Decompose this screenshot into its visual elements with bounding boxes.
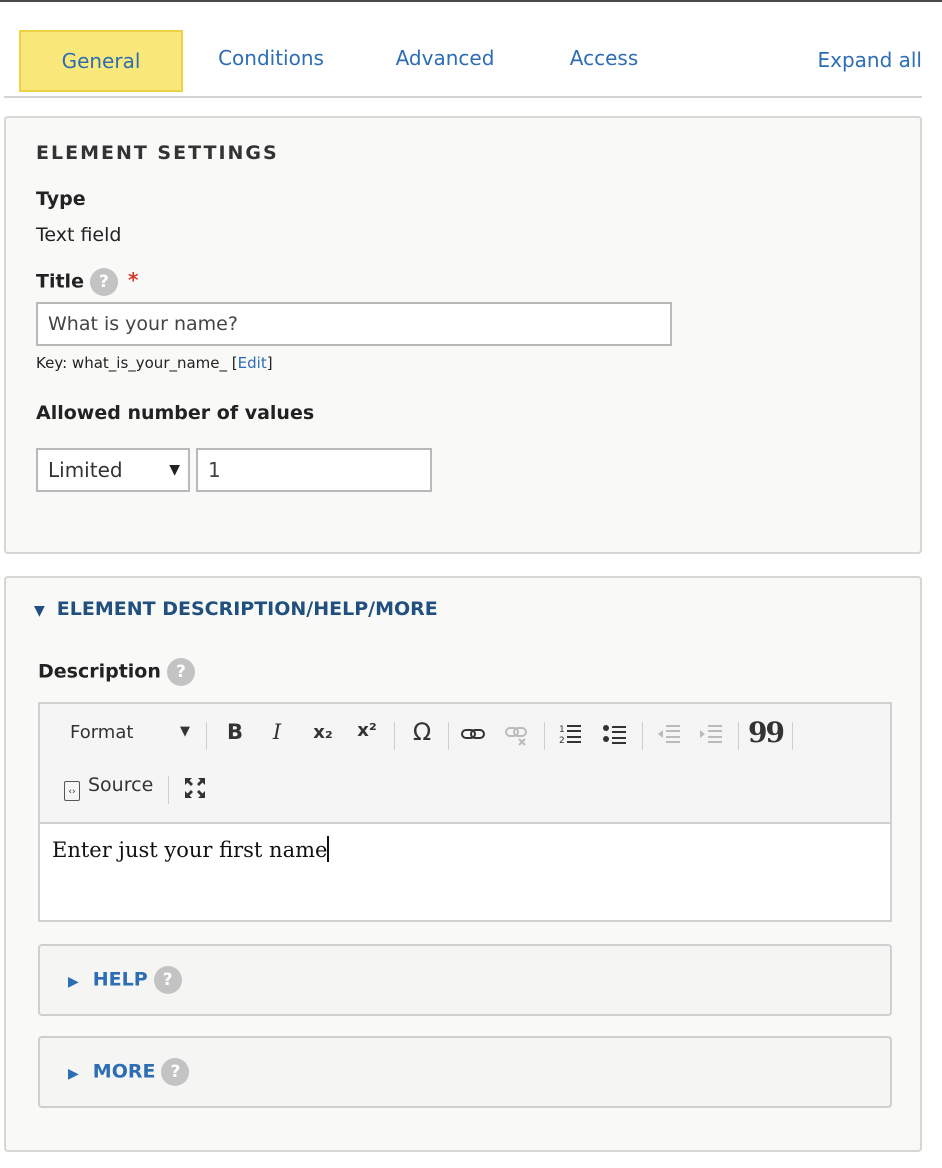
toolbar-separator xyxy=(206,722,207,750)
dropdown-caret-icon: ▼ xyxy=(169,462,180,478)
machine-key: Key: what_is_your_name_ [Edit] xyxy=(36,354,273,372)
tab-advanced[interactable]: Advanced xyxy=(390,28,500,90)
collapsed-triangle-icon: ▶ xyxy=(68,1065,79,1082)
link-icon[interactable] xyxy=(458,724,488,748)
svg-text:1: 1 xyxy=(559,725,565,735)
special-character-button[interactable]: Ω xyxy=(406,718,438,746)
source-button[interactable]: ‹› Source xyxy=(64,774,153,801)
element-description-panel: ▼ ELEMENT DESCRIPTION/HELP/MORE Descripti… xyxy=(4,576,922,1152)
toolbar-separator xyxy=(394,722,395,750)
text-cursor xyxy=(327,836,329,862)
machine-key-text: Key: what_is_your_name_ xyxy=(36,354,232,372)
allowed-values-label: Allowed number of values xyxy=(36,402,315,424)
toolbar-separator xyxy=(544,722,545,750)
description-label: Description xyxy=(38,660,161,683)
outdent-icon[interactable] xyxy=(654,722,684,751)
toolbar-separator xyxy=(792,722,793,750)
unlink-icon[interactable] xyxy=(502,724,532,751)
key-edit-link[interactable]: Edit xyxy=(238,354,267,372)
element-description-summary-label: ELEMENT DESCRIPTION/HELP/MORE xyxy=(56,598,438,620)
allowed-values-select[interactable]: Limited ▼ xyxy=(36,448,190,492)
format-dropdown[interactable]: Format xyxy=(70,722,133,743)
more-help-icon[interactable]: ? xyxy=(161,1058,190,1086)
description-help-icon[interactable]: ? xyxy=(166,658,195,686)
format-caret-icon: ▼ xyxy=(180,724,190,739)
expanded-triangle-icon: ▼ xyxy=(34,603,45,619)
editor-text: Enter just your first name xyxy=(52,838,328,862)
title-label-row: Title? * xyxy=(36,268,138,296)
numbered-list-icon[interactable]: 12 xyxy=(556,722,586,751)
title-input[interactable]: What is your name? xyxy=(36,302,672,346)
toolbar-separator xyxy=(448,722,449,750)
maximize-icon[interactable] xyxy=(180,776,210,805)
more-summary-label: MORE xyxy=(92,1060,156,1083)
key-edit-close-bracket: ] xyxy=(266,354,273,372)
title-label: Title xyxy=(36,270,84,293)
bold-button[interactable]: B xyxy=(222,720,248,744)
allowed-values-count-input[interactable]: 1 xyxy=(196,448,432,492)
rich-text-editor: Format ▼ B I x₂ x² Ω 12 99 ‹› Source Ent… xyxy=(38,702,892,922)
source-button-label: Source xyxy=(88,774,154,796)
toolbar-separator xyxy=(168,776,169,804)
element-settings-panel: ELEMENT SETTINGS Type Text field Title? *… xyxy=(4,116,922,554)
tab-general[interactable]: General xyxy=(19,30,183,92)
indent-icon[interactable] xyxy=(696,722,726,751)
toolbar-separator xyxy=(642,722,643,750)
element-description-summary[interactable]: ▼ ELEMENT DESCRIPTION/HELP/MORE xyxy=(34,598,438,620)
type-value: Text field xyxy=(36,224,122,246)
subscript-button[interactable]: x₂ xyxy=(306,722,340,743)
blockquote-button[interactable]: 99 xyxy=(748,716,785,749)
top-border xyxy=(0,0,942,2)
more-details: ▶ MORE? xyxy=(38,1036,892,1108)
collapsed-triangle-icon: ▶ xyxy=(68,973,79,990)
allowed-values-selected: Limited xyxy=(48,458,123,482)
element-settings-heading: ELEMENT SETTINGS xyxy=(36,142,279,164)
help-help-icon[interactable]: ? xyxy=(153,966,182,994)
source-icon: ‹› xyxy=(64,781,80,801)
toolbar-separator xyxy=(738,722,739,750)
svg-text:2: 2 xyxy=(559,736,565,746)
bulleted-list-icon[interactable] xyxy=(600,722,630,751)
expand-all-link[interactable]: Expand all xyxy=(817,30,922,90)
superscript-button[interactable]: x² xyxy=(350,720,384,741)
type-label: Type xyxy=(36,188,86,210)
tab-conditions[interactable]: Conditions xyxy=(208,28,334,90)
help-details: ▶ HELP? xyxy=(38,944,892,1016)
italic-button[interactable]: I xyxy=(264,720,290,744)
help-summary-label: HELP xyxy=(92,968,148,991)
editor-toolbar: Format ▼ B I x₂ x² Ω 12 99 ‹› Source xyxy=(40,704,890,824)
editor-content[interactable]: Enter just your first name xyxy=(52,836,329,862)
help-summary[interactable]: ▶ HELP? xyxy=(68,966,182,994)
title-help-icon[interactable]: ? xyxy=(89,268,118,296)
more-summary[interactable]: ▶ MORE? xyxy=(68,1058,190,1086)
vertical-tabs: General Conditions Advanced Access Expan… xyxy=(4,28,922,98)
description-label-row: Description? xyxy=(38,658,195,686)
required-marker: * xyxy=(127,268,139,292)
tab-access[interactable]: Access xyxy=(564,28,644,90)
